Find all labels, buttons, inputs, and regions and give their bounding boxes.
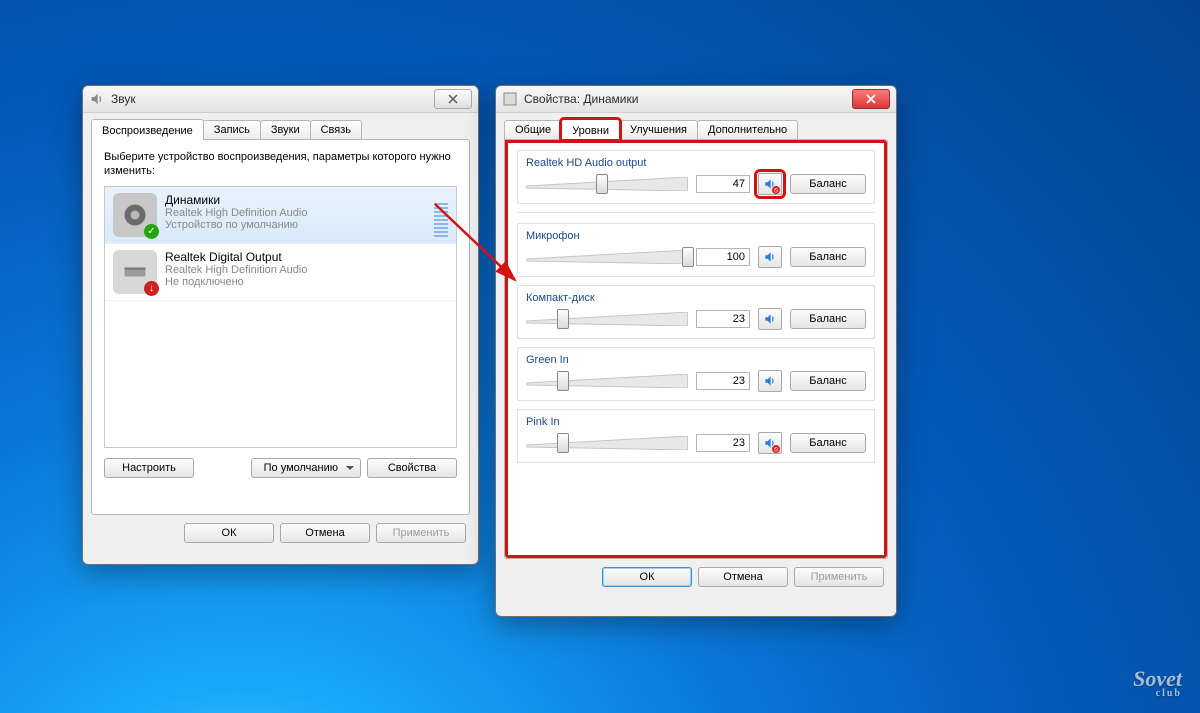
- speaker-device-icon: ✓: [113, 193, 157, 237]
- tab-recording[interactable]: Запись: [203, 120, 261, 139]
- level-row: 47 ⦸ Баланс: [526, 173, 866, 195]
- volume-value[interactable]: 23: [696, 310, 750, 328]
- balance-button[interactable]: Баланс: [790, 174, 866, 194]
- speaker-icon: [89, 91, 105, 107]
- mute-button[interactable]: ⦸: [758, 432, 782, 454]
- device-list[interactable]: ✓ Динамики Realtek High Definition Audio…: [104, 186, 457, 448]
- separator: [517, 212, 875, 213]
- sound-panel: Выберите устройство воспроизведения, пар…: [91, 139, 470, 515]
- level-meter: [434, 193, 448, 237]
- sound-dialog: Звук Воспроизведение Запись Звуки Связь …: [82, 85, 479, 565]
- tab-levels[interactable]: Уровни: [561, 119, 620, 140]
- mute-button[interactable]: [758, 246, 782, 268]
- level-group: Микрофон 100 Баланс: [517, 223, 875, 277]
- volume-value[interactable]: 23: [696, 434, 750, 452]
- ok-button[interactable]: ОК: [184, 523, 274, 543]
- balance-button[interactable]: Баланс: [790, 247, 866, 267]
- volume-value[interactable]: 23: [696, 372, 750, 390]
- level-name: Realtek HD Audio output: [526, 157, 866, 169]
- device-name: Динамики: [165, 193, 426, 207]
- device-desc: Realtek High Definition Audio: [165, 264, 448, 276]
- balance-button[interactable]: Баланс: [790, 371, 866, 391]
- instruction-text: Выберите устройство воспроизведения, пар…: [104, 150, 457, 178]
- digital-device-icon: ↓: [113, 250, 157, 294]
- tab-enhance[interactable]: Улучшения: [619, 120, 698, 139]
- properties-icon: [502, 91, 518, 107]
- level-name: Компакт-диск: [526, 292, 866, 304]
- mute-button[interactable]: [758, 308, 782, 330]
- sound-tabs: Воспроизведение Запись Звуки Связь: [83, 113, 478, 139]
- device-status: Не подключено: [165, 276, 448, 288]
- tab-general[interactable]: Общие: [504, 120, 562, 139]
- disabled-icon: ↓: [144, 281, 159, 296]
- check-icon: ✓: [144, 224, 159, 239]
- slider-thumb[interactable]: [557, 371, 569, 391]
- mute-button[interactable]: [758, 370, 782, 392]
- muted-icon: ⦸: [772, 445, 780, 453]
- configure-button[interactable]: Настроить: [104, 458, 194, 478]
- tab-playback[interactable]: Воспроизведение: [91, 119, 204, 140]
- sound-title: Звук: [111, 92, 428, 106]
- properties-button[interactable]: Свойства: [367, 458, 457, 478]
- level-group: Pink In 23 ⦸ Баланс: [517, 409, 875, 463]
- balance-button[interactable]: Баланс: [790, 433, 866, 453]
- apply-button[interactable]: Применить: [794, 567, 884, 587]
- close-button[interactable]: [434, 89, 472, 109]
- volume-value[interactable]: 47: [696, 175, 750, 193]
- props-tabs: Общие Уровни Улучшения Дополнительно: [496, 113, 896, 139]
- tab-sounds[interactable]: Звуки: [260, 120, 311, 139]
- balance-button[interactable]: Баланс: [790, 309, 866, 329]
- device-name: Realtek Digital Output: [165, 250, 448, 264]
- level-group: Компакт-диск 23 Баланс: [517, 285, 875, 339]
- props-panel: Realtek HD Audio output47⦸БалансМикрофон…: [504, 139, 888, 559]
- desktop: Звук Воспроизведение Запись Звуки Связь …: [0, 0, 1200, 713]
- device-desc: Realtek High Definition Audio: [165, 207, 426, 219]
- muted-icon: ⦸: [772, 186, 780, 194]
- cancel-button[interactable]: Отмена: [698, 567, 788, 587]
- watermark: Sovet club: [1133, 666, 1182, 699]
- volume-slider[interactable]: [526, 433, 688, 453]
- device-row-speakers[interactable]: ✓ Динамики Realtek High Definition Audio…: [105, 187, 456, 244]
- device-status: Устройство по умолчанию: [165, 219, 426, 231]
- tab-advanced[interactable]: Дополнительно: [697, 120, 798, 139]
- level-name: Микрофон: [526, 230, 866, 242]
- apply-button[interactable]: Применить: [376, 523, 466, 543]
- level-row: 23 ⦸ Баланс: [526, 432, 866, 454]
- sound-titlebar[interactable]: Звук: [83, 86, 478, 113]
- slider-thumb[interactable]: [596, 174, 608, 194]
- volume-value[interactable]: 100: [696, 248, 750, 266]
- props-titlebar[interactable]: Свойства: Динамики: [496, 86, 896, 113]
- level-name: Pink In: [526, 416, 866, 428]
- cancel-button[interactable]: Отмена: [280, 523, 370, 543]
- slider-thumb[interactable]: [682, 247, 694, 267]
- level-row: 23 Баланс: [526, 308, 866, 330]
- mute-button[interactable]: ⦸: [758, 173, 782, 195]
- volume-slider[interactable]: [526, 309, 688, 329]
- props-title: Свойства: Динамики: [524, 92, 846, 106]
- props-footer: ОК Отмена Применить: [496, 559, 896, 595]
- slider-thumb[interactable]: [557, 309, 569, 329]
- volume-slider[interactable]: [526, 371, 688, 391]
- volume-slider[interactable]: [526, 247, 688, 267]
- default-button[interactable]: По умолчанию: [251, 458, 361, 478]
- device-row-digital[interactable]: ↓ Realtek Digital Output Realtek High De…: [105, 244, 456, 301]
- level-row: 100 Баланс: [526, 246, 866, 268]
- close-button[interactable]: [852, 89, 890, 109]
- properties-dialog: Свойства: Динамики Общие Уровни Улучшени…: [495, 85, 897, 617]
- level-group: Green In 23 Баланс: [517, 347, 875, 401]
- volume-slider[interactable]: [526, 174, 688, 194]
- level-group: Realtek HD Audio output 47 ⦸ Баланс: [517, 150, 875, 204]
- tab-comm[interactable]: Связь: [310, 120, 362, 139]
- level-row: 23 Баланс: [526, 370, 866, 392]
- ok-button[interactable]: ОК: [602, 567, 692, 587]
- sound-footer: ОК Отмена Применить: [83, 515, 478, 551]
- slider-thumb[interactable]: [557, 433, 569, 453]
- level-name: Green In: [526, 354, 866, 366]
